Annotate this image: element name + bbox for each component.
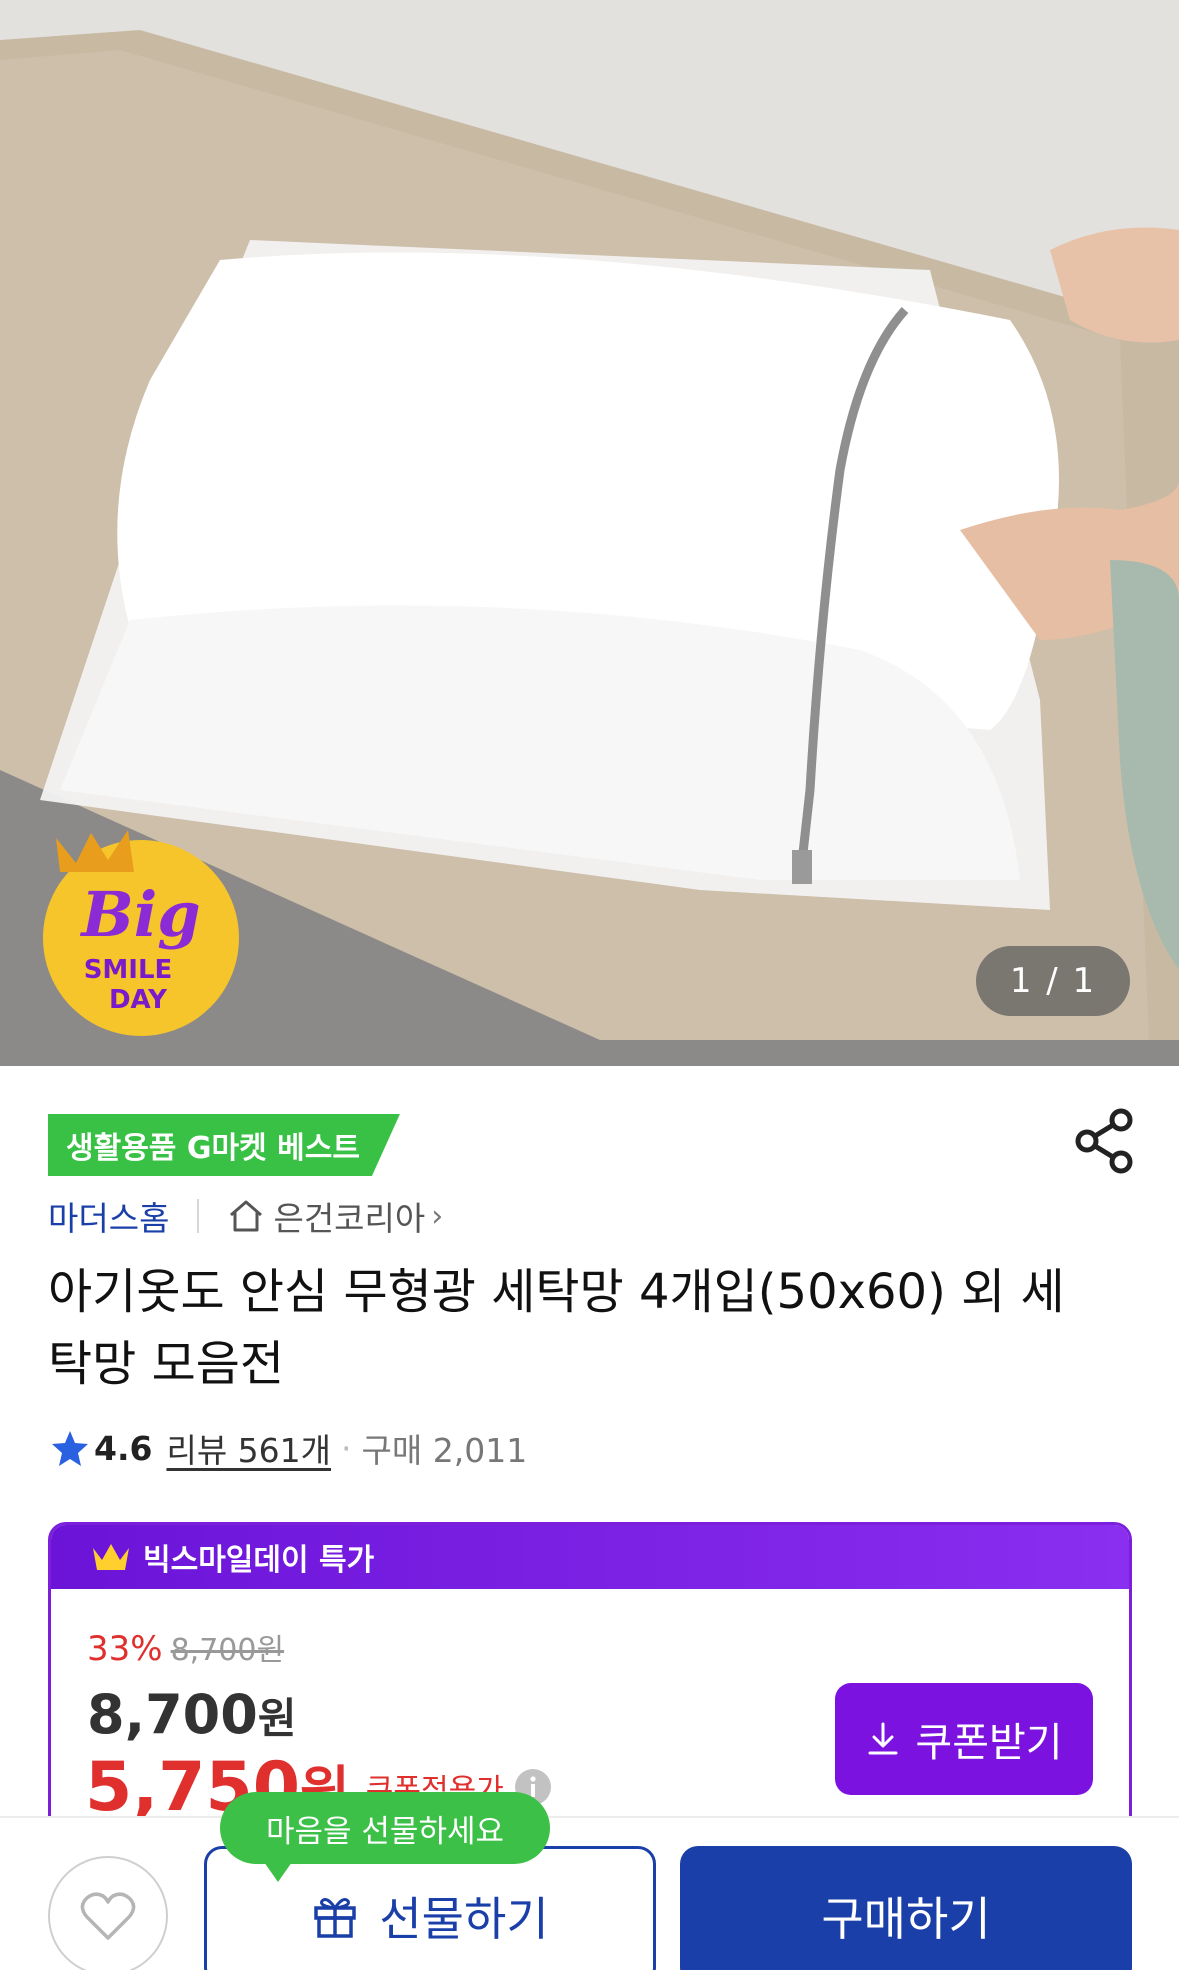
original-price: 8,700원 — [170, 1633, 285, 1668]
seller-divider — [197, 1199, 200, 1233]
star-icon — [52, 1431, 88, 1466]
discount-row: 33% 8,700원 — [87, 1625, 284, 1669]
wishlist-button[interactable] — [48, 1856, 168, 1970]
home-icon — [230, 1200, 263, 1232]
image-counter: 1 / 1 — [976, 946, 1130, 1016]
get-coupon-button[interactable]: 쿠폰받기 — [835, 1683, 1093, 1795]
buy-button-label: 구매하기 — [821, 1892, 991, 1946]
product-image[interactable]: Big SMILE DAY 1 / 1 — [0, 0, 1179, 1066]
deal-header: 빅스마일데이 특가 — [51, 1525, 1129, 1589]
download-icon — [868, 1722, 898, 1755]
heart-icon — [80, 1892, 136, 1940]
badge-smile-text: SMILE — [84, 955, 173, 985]
purchase-count: 구매 2,011 — [361, 1431, 528, 1470]
deal-title: 빅스마일데이 특가 — [143, 1543, 375, 1578]
rating-value: 4.6 — [94, 1428, 153, 1468]
discount-rate: 33% — [87, 1629, 163, 1669]
get-coupon-label: 쿠폰받기 — [915, 1720, 1063, 1766]
share-icon[interactable] — [1075, 1108, 1135, 1174]
badge-day-text: DAY — [109, 985, 168, 1015]
seller-row: 마더스홈 은건코리아 › — [48, 1188, 443, 1244]
chevron-right-icon: › — [431, 1198, 444, 1234]
gift-button-label: 선물하기 — [379, 1892, 549, 1946]
badge-big-text: Big — [79, 878, 200, 951]
sale-price-number: 8,700 — [87, 1683, 258, 1746]
category-best-badge[interactable]: 생활용품 G마켓 베스트 — [48, 1114, 400, 1176]
rating-row: 4.6 리뷰 561개 · 구매 2,011 — [50, 1422, 527, 1474]
big-smile-day-badge: Big SMILE DAY — [43, 830, 239, 1036]
sale-price-unit: 원 — [257, 1694, 297, 1743]
rating-separator: · — [341, 1428, 352, 1468]
buy-button[interactable]: 구매하기 — [680, 1846, 1132, 1970]
sale-price: 8,700원 — [87, 1683, 296, 1746]
gift-tooltip: 마음을 선물하세요 — [220, 1792, 550, 1882]
bottom-action-bar: 선물하기 구매하기 — [0, 1816, 1179, 1970]
product-title: 아기옷도 안심 무형광 세탁망 4개입(50x60) 외 세탁망 모음전 — [48, 1264, 1065, 1392]
brand-link[interactable]: 마더스홈 — [48, 1192, 169, 1240]
crown-icon — [93, 1544, 129, 1570]
shop-link[interactable]: 은건코리아 — [273, 1192, 425, 1240]
gift-icon — [314, 1898, 357, 1938]
review-count-link[interactable]: 리뷰 561개 — [166, 1424, 331, 1472]
